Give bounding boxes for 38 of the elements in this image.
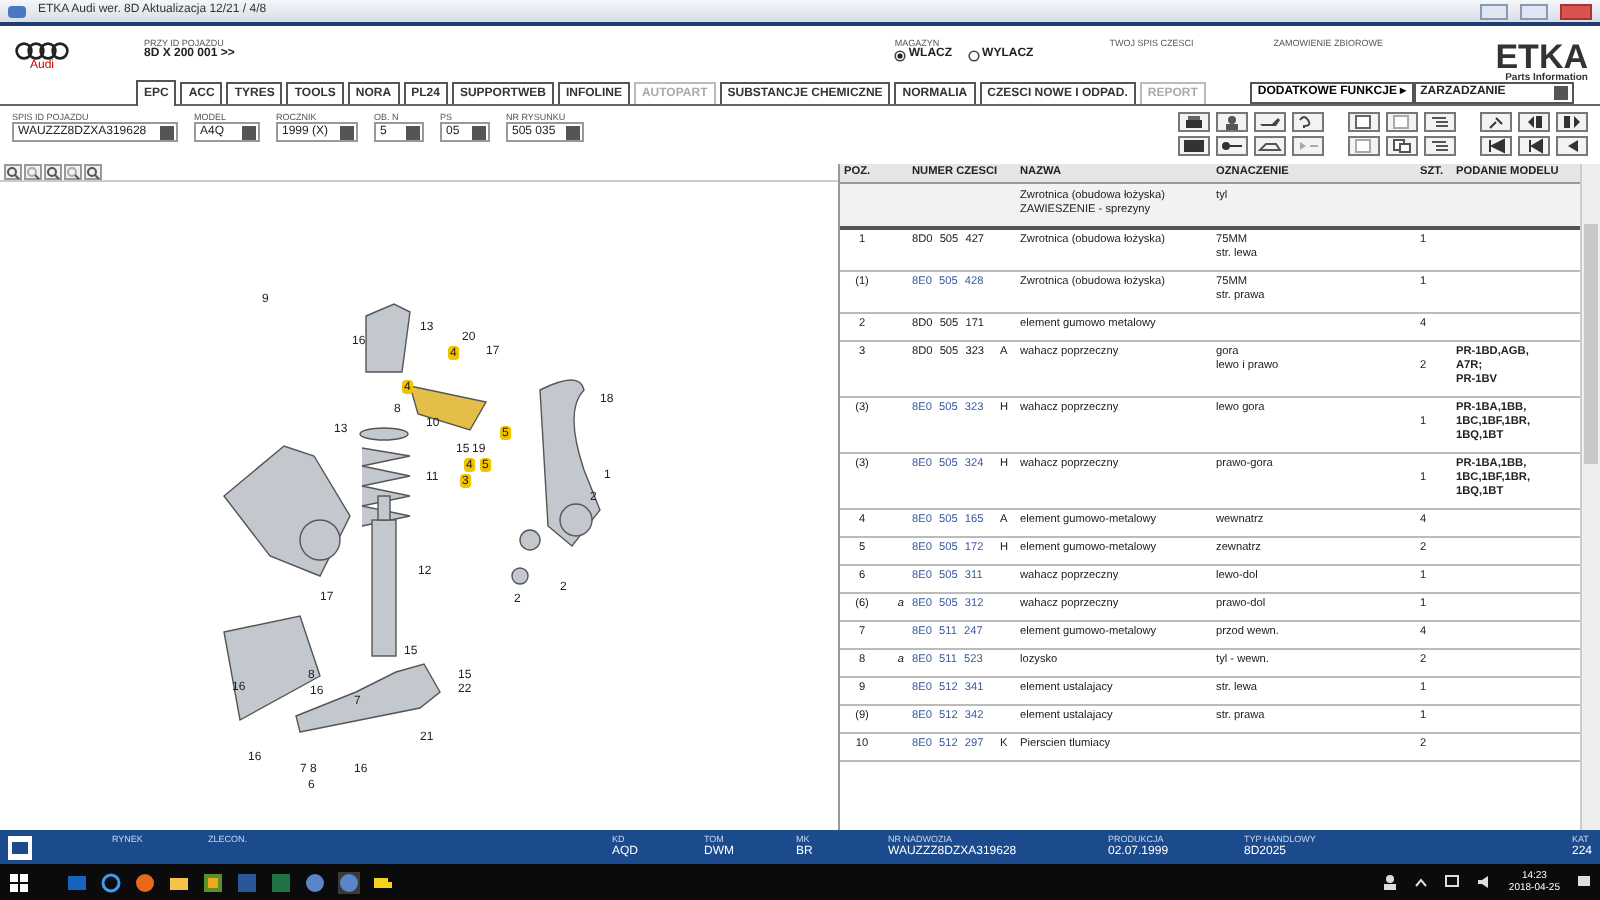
globe-icon[interactable]: [338, 871, 360, 893]
search-icon[interactable]: [86, 165, 100, 179]
zoom-out-icon[interactable]: [66, 165, 80, 179]
app-icon: [8, 3, 26, 19]
browser-icon[interactable]: [134, 871, 156, 893]
scrollbar-thumb[interactable]: [1584, 224, 1598, 464]
radio-button[interactable]: [894, 49, 907, 62]
list-icon[interactable]: [1426, 138, 1454, 154]
radio-button[interactable]: [968, 49, 981, 62]
globe-icon[interactable]: [304, 871, 326, 893]
close-button[interactable]: [1560, 3, 1592, 19]
next-page-icon[interactable]: [1558, 114, 1586, 130]
zoom-in-icon[interactable]: [6, 165, 20, 179]
zoom-out-icon[interactable]: [26, 165, 40, 179]
printer-icon[interactable]: [1180, 114, 1208, 130]
browser-icon[interactable]: [100, 871, 122, 893]
mail-app-icon[interactable]: [66, 871, 88, 893]
document-app-icon[interactable]: [236, 871, 258, 893]
logo-wordmark: ETKA: [1495, 44, 1588, 72]
start-icon[interactable]: [8, 871, 30, 893]
minimize-button[interactable]: [1480, 3, 1508, 19]
car-badge-icon: [8, 835, 32, 859]
notification-icon: [1576, 874, 1592, 890]
spreadsheet-app-icon[interactable]: [270, 871, 292, 893]
volume-icon: [1476, 874, 1493, 890]
maximize-button[interactable]: [1520, 3, 1548, 19]
person-icon: [1382, 874, 1399, 890]
key-icon[interactable]: [1218, 138, 1246, 154]
rings-logo: [14, 42, 70, 60]
list-icon[interactable]: [1426, 114, 1454, 130]
copy-icon[interactable]: [1388, 138, 1416, 154]
network-icon: [1444, 874, 1461, 890]
app-icon[interactable]: [202, 871, 224, 893]
zoom-in-icon[interactable]: [46, 165, 60, 179]
scrollbar[interactable]: [1580, 164, 1600, 830]
screen-icon[interactable]: [1180, 138, 1208, 154]
car-outline-icon[interactable]: [1256, 138, 1284, 154]
caret-icon: [1414, 875, 1429, 889]
